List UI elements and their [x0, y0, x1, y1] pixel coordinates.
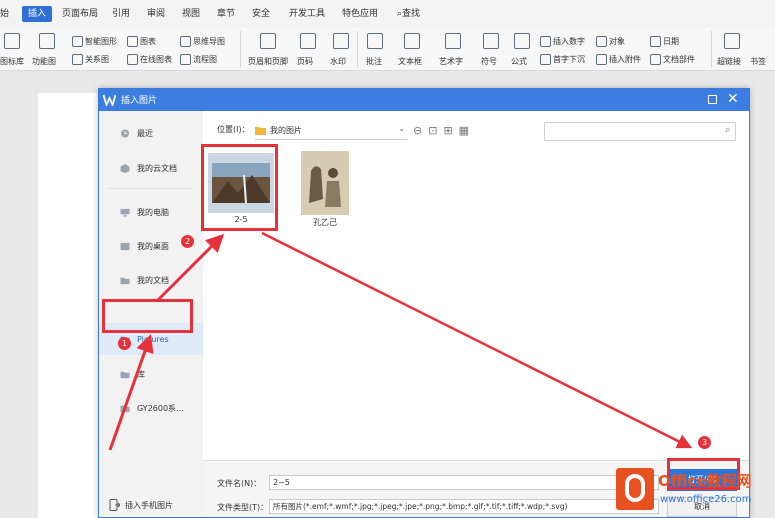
- arrow-to-pictures: [108, 334, 154, 451]
- annotation-badge-2: 2: [181, 235, 194, 248]
- watermark-url: www.office26.com: [660, 494, 752, 505]
- annotation-badge-1: 1: [118, 337, 131, 350]
- arrow-to-open: [261, 231, 693, 449]
- wps-window: 始 插入 页面布局 引用 审阅 视图 章节 安全 开发工具 特色应用 ⌕查找 图…: [0, 0, 775, 518]
- annotation-badge-3: 3: [698, 436, 711, 449]
- office-logo-icon: [616, 468, 654, 510]
- watermark-title: Office教程网: [658, 472, 752, 490]
- watermark: Office教程网 www.office26.com: [612, 462, 775, 518]
- annotation-arrows: [108, 231, 693, 451]
